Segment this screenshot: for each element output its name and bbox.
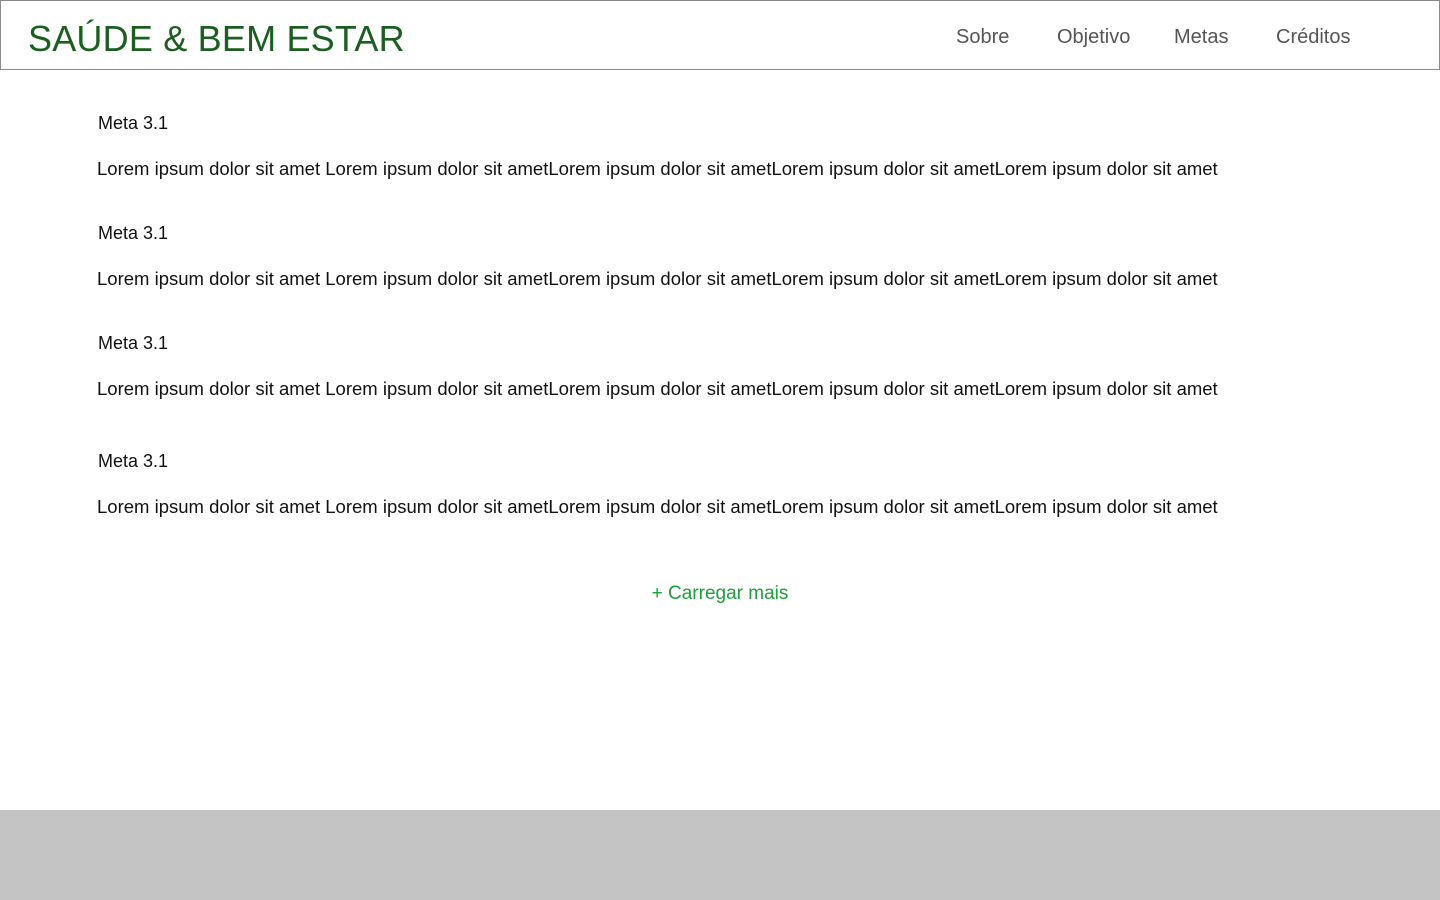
goal-description: Lorem ipsum dolor sit amet Lorem ipsum d… <box>97 158 1218 179</box>
nav-item-objetivo[interactable]: Objetivo <box>1057 23 1130 51</box>
goal-title: Meta 3.1 <box>98 451 169 471</box>
goal-description: Lorem ipsum dolor sit amet Lorem ipsum d… <box>97 496 1218 517</box>
goal-title: Meta 3.1 <box>98 113 169 133</box>
site-logo[interactable]: SAÚDE & BEM ESTAR <box>28 17 405 61</box>
nav-item-metas[interactable]: Metas <box>1174 23 1228 51</box>
goal-title: Meta 3.1 <box>98 223 169 243</box>
goal-description: Lorem ipsum dolor sit amet Lorem ipsum d… <box>97 378 1218 399</box>
site-footer <box>0 810 1440 900</box>
load-more-button[interactable]: + Carregar mais <box>620 581 820 607</box>
nav-item-sobre[interactable]: Sobre <box>956 23 1009 51</box>
nav-item-creditos[interactable]: Créditos <box>1276 23 1350 51</box>
goal-title: Meta 3.1 <box>98 333 169 353</box>
goal-description: Lorem ipsum dolor sit amet Lorem ipsum d… <box>97 268 1218 289</box>
site-header: SAÚDE & BEM ESTAR Sobre Objetivo Metas C… <box>0 0 1440 70</box>
